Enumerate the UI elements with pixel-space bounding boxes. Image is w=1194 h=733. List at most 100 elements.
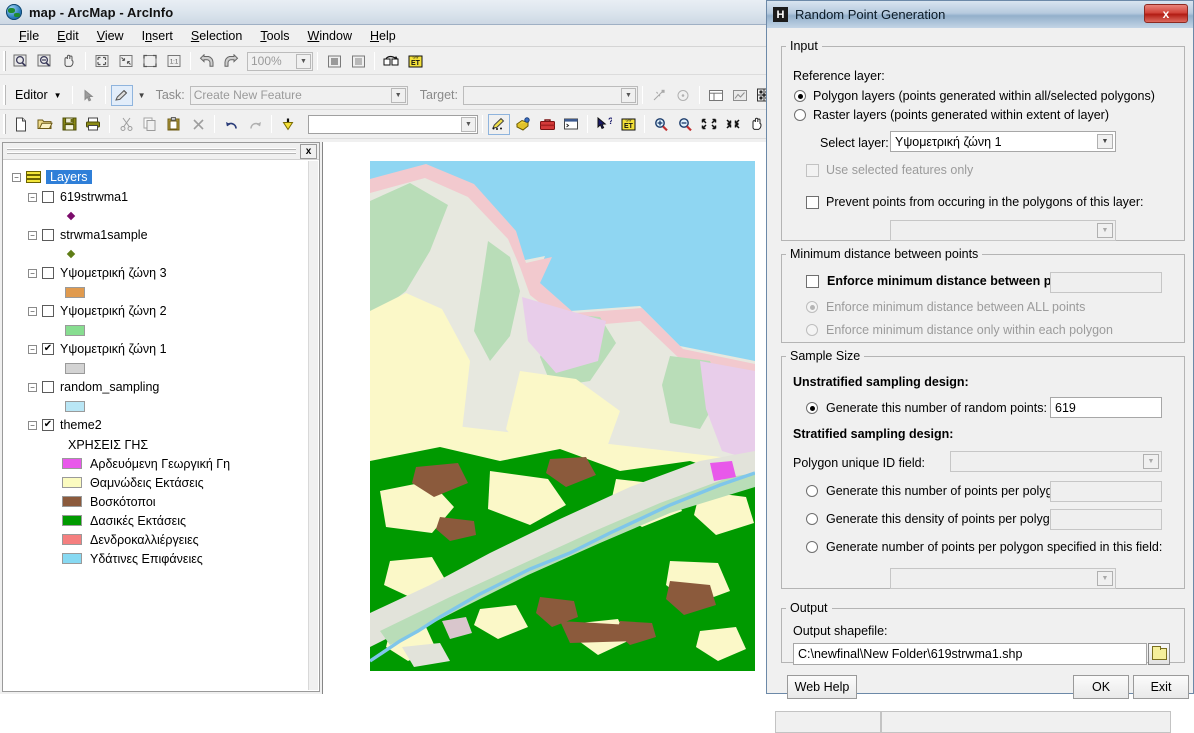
reference-raster-radio-row[interactable]: Raster layers (points generated within e…	[794, 108, 1109, 122]
split-tool-icon[interactable]	[648, 85, 670, 106]
edit-tool-arrow-icon[interactable]	[78, 85, 100, 106]
use-selected-features-checkbox[interactable]	[806, 163, 819, 177]
redo-icon[interactable]	[244, 114, 266, 135]
sketch-tool-dropdown-icon[interactable]: ▼	[135, 85, 149, 106]
field-specified-dropdown[interactable]: ▼	[890, 568, 1116, 589]
task-combo[interactable]: Create New Feature ▼	[189, 85, 408, 105]
menu-item-tools[interactable]: Tools	[251, 27, 298, 45]
chevron-down-icon[interactable]: ▼	[1097, 571, 1113, 586]
chevron-down-icon[interactable]: ▼	[296, 53, 311, 69]
min-distance-all-radio-row[interactable]: Enforce minimum distance between ALL poi…	[806, 300, 1085, 314]
save-icon[interactable]	[58, 114, 80, 135]
sketch-tool-pencil-icon[interactable]	[110, 84, 133, 106]
map-canvas[interactable]	[370, 161, 755, 671]
expander-icon[interactable]: −	[28, 420, 37, 430]
et-geowizards-icon[interactable]: ET GW	[617, 114, 639, 135]
menu-item-selection[interactable]: Selection	[182, 27, 251, 45]
menu-item-file[interactable]: File	[10, 27, 48, 45]
chevron-down-icon[interactable]: ▼	[1143, 454, 1159, 469]
zoom-in-map-icon[interactable]	[10, 51, 32, 72]
enforce-min-distance-checkbox[interactable]	[806, 274, 819, 288]
expander-icon[interactable]: −	[28, 230, 37, 240]
map-scale-combo[interactable]: 100% ▼	[247, 51, 313, 71]
web-help-button[interactable]: Web Help	[787, 675, 857, 699]
reference-raster-radio[interactable]	[794, 109, 806, 121]
et-geowizards-icon[interactable]: ET GW	[404, 51, 426, 72]
pan-hand-icon[interactable]	[746, 114, 768, 135]
toc-layer-random-sampling[interactable]: − random_sampling	[28, 377, 308, 397]
expander-icon[interactable]: −	[28, 382, 37, 392]
min-distance-within-radio[interactable]	[806, 324, 818, 336]
editor-xtools-icon[interactable]	[488, 113, 510, 135]
min-distance-all-radio[interactable]	[806, 301, 818, 313]
target-combo[interactable]: ▼	[462, 85, 638, 105]
use-selected-features-row[interactable]: Use selected features only	[806, 163, 973, 177]
chevron-down-icon[interactable]: ▼	[1097, 223, 1113, 238]
zoom-in-fixed-icon[interactable]	[698, 114, 720, 135]
quick-command-combo[interactable]: ▼	[308, 114, 478, 134]
dialog-close-button[interactable]: x	[1144, 4, 1188, 23]
toc-root-layers[interactable]: − Layers	[12, 167, 308, 187]
density-per-polygon-radio[interactable]	[806, 513, 818, 525]
generate-number-radio[interactable]	[806, 402, 818, 414]
points-per-polygon-radio[interactable]	[806, 485, 818, 497]
toolbar-grip[interactable]	[3, 85, 7, 105]
red-toolbox-icon[interactable]	[536, 114, 558, 135]
cut-icon[interactable]	[115, 114, 137, 135]
menu-item-insert[interactable]: Insert	[133, 27, 182, 45]
pan-hand-icon[interactable]	[58, 51, 80, 72]
expander-icon[interactable]: −	[28, 192, 37, 202]
chevron-down-icon[interactable]: ▼	[620, 87, 636, 103]
field-specified-radio[interactable]	[806, 541, 818, 553]
toc-layer-ypsometriki-zoni-2[interactable]: − Υψομετρική ζώνη 2	[28, 301, 308, 321]
browse-output-button[interactable]	[1148, 643, 1170, 665]
zoom-out-fixed-icon[interactable]	[722, 114, 744, 135]
toolbar-grip[interactable]	[3, 51, 7, 71]
enforce-min-distance-row[interactable]: Enforce minimum distance between points:	[806, 274, 1085, 288]
generate-number-input[interactable]: 619	[1050, 397, 1162, 418]
zoom-out-icon[interactable]	[674, 114, 696, 135]
full-extent-icon[interactable]	[139, 51, 161, 72]
exit-button[interactable]: Exit	[1133, 675, 1189, 699]
layer-visibility-checkbox[interactable]	[42, 305, 54, 317]
toc-layer-619strwma1[interactable]: − 619strwma1	[28, 187, 308, 207]
command-window-icon[interactable]	[560, 114, 582, 135]
expander-icon[interactable]: −	[28, 268, 37, 278]
expander-icon[interactable]: −	[12, 172, 21, 182]
toc-layer-ypsometriki-zoni-3[interactable]: − Υψομετρική ζώνη 3	[28, 263, 308, 283]
reference-polygon-radio-row[interactable]: Polygon layers (points generated within …	[794, 89, 1155, 103]
layer-visibility-checkbox[interactable]: ✔	[42, 343, 54, 355]
menu-item-help[interactable]: Help	[361, 27, 405, 45]
toc-drag-handle[interactable]: x	[3, 143, 319, 160]
undo-icon[interactable]	[220, 114, 242, 135]
layer-visibility-checkbox[interactable]	[42, 229, 54, 241]
sketch-properties-icon[interactable]	[729, 85, 751, 106]
layer-visibility-checkbox[interactable]	[42, 191, 54, 203]
fixed-zoom-in-icon[interactable]	[91, 51, 113, 72]
open-document-icon[interactable]	[34, 114, 56, 135]
prevent-points-dropdown[interactable]: ▼	[890, 220, 1116, 241]
delete-icon[interactable]	[187, 114, 209, 135]
paste-icon[interactable]	[163, 114, 185, 135]
prevent-points-checkbox[interactable]	[806, 195, 819, 209]
select-by-attributes-icon[interactable]	[380, 51, 402, 72]
min-distance-within-radio-row[interactable]: Enforce minimum distance only within eac…	[806, 323, 1113, 337]
zoom-in-icon[interactable]	[650, 114, 672, 135]
prevent-points-row[interactable]: Prevent points from occuring in the poly…	[806, 195, 1144, 209]
back-extent-icon[interactable]	[196, 51, 218, 72]
editor-menu-button[interactable]: Editor ▼	[9, 86, 68, 104]
points-per-polygon-input[interactable]	[1050, 481, 1162, 502]
toc-layer-strwma1sample[interactable]: − strwma1sample	[28, 225, 308, 245]
toolbar-grip[interactable]	[3, 114, 7, 134]
field-specified-radio-row[interactable]: Generate number of points per polygon sp…	[806, 540, 1162, 554]
menu-item-window[interactable]: Window	[299, 27, 361, 45]
clear-selection-icon[interactable]	[347, 51, 369, 72]
rotate-tool-icon[interactable]	[672, 85, 694, 106]
toc-scrollbar[interactable]	[308, 161, 318, 690]
density-per-polygon-radio-row[interactable]: Generate this density of points per poly…	[806, 512, 1067, 526]
identify-icon[interactable]: ?	[593, 114, 615, 135]
density-per-polygon-input[interactable]	[1050, 509, 1162, 530]
toc-layer-ypsometriki-zoni-1[interactable]: − ✔ Υψομετρική ζώνη 1	[28, 339, 308, 359]
output-shapefile-input[interactable]: C:\newfinal\New Folder\619strwma1.shp	[793, 643, 1147, 665]
select-layer-dropdown[interactable]: Υψομετρική ζώνη 1 ▼	[890, 131, 1116, 152]
